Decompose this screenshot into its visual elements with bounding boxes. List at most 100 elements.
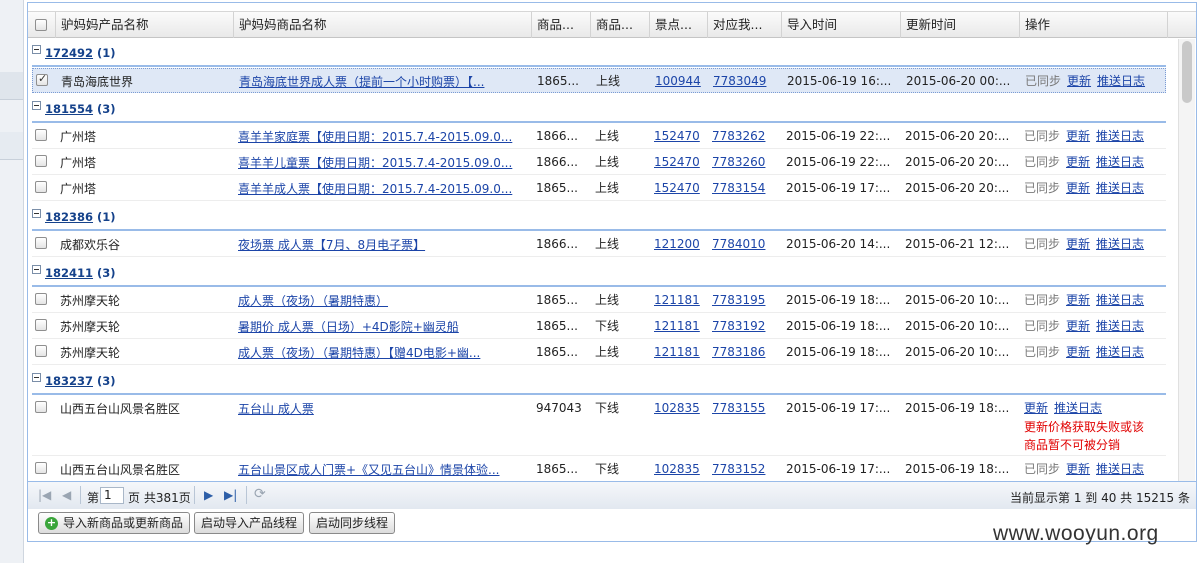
group-header[interactable]: 181554 (3) <box>32 99 116 119</box>
update-link[interactable]: 更新 <box>1066 345 1090 359</box>
row-checkbox[interactable] <box>35 129 47 141</box>
cell-scenic[interactable]: 100944 <box>651 69 709 93</box>
collapse-icon[interactable] <box>32 209 41 218</box>
col-scenic-id[interactable]: 景点... <box>650 12 708 38</box>
cell-mine[interactable]: 7783195 <box>708 288 782 312</box>
row-checkbox[interactable] <box>35 155 47 167</box>
row-checkbox[interactable] <box>35 181 47 193</box>
collapse-icon[interactable] <box>32 101 41 110</box>
cell-goods[interactable]: 成人票（夜场）（暑期特惠） <box>234 289 532 313</box>
update-link[interactable]: 更新 <box>1024 401 1048 415</box>
group-header[interactable]: 182386 (1) <box>32 207 116 227</box>
cell-mine[interactable]: 7783049 <box>709 69 783 93</box>
cell-goods[interactable]: 五台山景区成人门票+《又见五台山》情景体验... <box>234 458 532 481</box>
push-log-link[interactable]: 推送日志 <box>1096 319 1144 333</box>
push-log-link[interactable]: 推送日志 <box>1096 293 1144 307</box>
row-checkbox[interactable] <box>35 462 47 474</box>
cell-scenic[interactable]: 121200 <box>650 232 708 256</box>
cell-goods[interactable]: 喜羊羊成人票【使用日期：2015.7.4-2015.09.0... <box>234 177 532 201</box>
table-row[interactable]: 苏州摩天轮 成人票（夜场）（暑期特惠） 1865... 上线 121181 7783195… <box>32 288 1166 313</box>
group-id[interactable]: 181554 <box>45 102 93 116</box>
push-log-link[interactable]: 推送日志 <box>1096 155 1144 169</box>
cell-mine[interactable]: 7783186 <box>708 340 782 364</box>
row-checkbox[interactable] <box>35 319 47 331</box>
cell-goods[interactable]: 喜羊羊儿童票【使用日期：2015.7.4-2015.09.0... <box>234 151 532 175</box>
group-id[interactable]: 183237 <box>45 374 93 388</box>
table-row[interactable]: 苏州摩天轮 暑期价 成人票（日场）+4D影院+幽灵船 1865... 下线 121181… <box>32 314 1166 339</box>
cell-mine[interactable]: 7783260 <box>708 150 782 174</box>
update-link[interactable]: 更新 <box>1066 237 1090 251</box>
col-goods-id[interactable]: 商品... <box>532 12 591 38</box>
col-goods-status[interactable]: 商品... <box>591 12 650 38</box>
cell-goods[interactable]: 青岛海底世界成人票（提前一个小时购票）【... <box>235 70 533 94</box>
cell-goods[interactable]: 五台山 成人票 <box>234 397 532 421</box>
push-log-link[interactable]: 推送日志 <box>1096 237 1144 251</box>
cell-scenic[interactable]: 102835 <box>650 396 708 420</box>
table-row[interactable]: 广州塔 喜羊羊成人票【使用日期：2015.7.4-2015.09.0... 1865… <box>32 176 1166 201</box>
collapse-icon[interactable] <box>32 265 41 274</box>
table-row[interactable]: 广州塔 喜羊羊家庭票【使用日期：2015.7.4-2015.09.0... 1866… <box>32 124 1166 149</box>
push-log-link[interactable]: 推送日志 <box>1096 462 1144 476</box>
cell-scenic[interactable]: 102835 <box>650 457 708 481</box>
push-log-link[interactable]: 推送日志 <box>1054 401 1102 415</box>
next-page-icon[interactable]: ▶ <box>204 488 213 502</box>
table-row[interactable]: 成都欢乐谷 夜场票 成人票【7月、8月电子票】 1866... 上线 121200 778… <box>32 232 1166 257</box>
import-goods-button[interactable]: + 导入新商品或更新商品 <box>38 512 191 534</box>
col-update-time[interactable]: 更新时间 <box>901 12 1020 38</box>
collapse-icon[interactable] <box>32 45 41 54</box>
cell-mine[interactable]: 7783262 <box>708 124 782 148</box>
cell-scenic[interactable]: 121181 <box>650 314 708 338</box>
cell-scenic[interactable]: 121181 <box>650 288 708 312</box>
table-row[interactable]: 广州塔 喜羊羊儿童票【使用日期：2015.7.4-2015.09.0... 1866… <box>32 150 1166 175</box>
scrollbar-thumb[interactable] <box>1182 41 1192 103</box>
update-link[interactable]: 更新 <box>1066 181 1090 195</box>
group-id[interactable]: 182411 <box>45 266 93 280</box>
left-nav-item[interactable] <box>0 72 23 100</box>
cell-mine[interactable]: 7783154 <box>708 176 782 200</box>
page-number-input[interactable]: 1 <box>100 487 124 504</box>
cell-scenic[interactable]: 121181 <box>650 340 708 364</box>
last-page-icon[interactable]: ▶| <box>224 488 237 502</box>
collapse-icon[interactable] <box>32 373 41 382</box>
table-row[interactable]: 山西五台山风景名胜区 五台山景区成人门票+《又见五台山》情景体验... 1865..… <box>32 457 1166 481</box>
row-checkbox[interactable] <box>35 237 47 249</box>
update-link[interactable]: 更新 <box>1066 129 1090 143</box>
refresh-icon[interactable]: ⟳ <box>254 486 266 502</box>
update-link[interactable]: 更新 <box>1066 155 1090 169</box>
push-log-link[interactable]: 推送日志 <box>1097 74 1145 88</box>
row-checkbox[interactable] <box>35 293 47 305</box>
cell-goods[interactable]: 喜羊羊家庭票【使用日期：2015.7.4-2015.09.0... <box>234 125 532 149</box>
group-header[interactable]: 172492 (1) <box>32 43 116 63</box>
table-row[interactable]: 苏州摩天轮 成人票（夜场）（暑期特惠）【赠4D电影+幽... 1865... 上线 12… <box>32 340 1166 365</box>
col-import-time[interactable]: 导入时间 <box>782 12 901 38</box>
first-page-icon[interactable]: |◀ <box>38 488 51 502</box>
cell-scenic[interactable]: 152470 <box>650 150 708 174</box>
update-link[interactable]: 更新 <box>1066 462 1090 476</box>
start-import-thread-button[interactable]: 启动导入产品线程 <box>194 512 305 534</box>
group-id[interactable]: 172492 <box>45 46 93 60</box>
update-link[interactable]: 更新 <box>1067 74 1091 88</box>
push-log-link[interactable]: 推送日志 <box>1096 129 1144 143</box>
cell-goods[interactable]: 夜场票 成人票【7月、8月电子票】 <box>234 233 532 257</box>
row-checkbox[interactable] <box>35 345 47 357</box>
prev-page-icon[interactable]: ◀ <box>62 488 71 502</box>
cell-mine[interactable]: 7784010 <box>708 232 782 256</box>
push-log-link[interactable]: 推送日志 <box>1096 181 1144 195</box>
update-link[interactable]: 更新 <box>1066 319 1090 333</box>
left-nav-item[interactable] <box>0 132 23 160</box>
cell-scenic[interactable]: 152470 <box>650 124 708 148</box>
row-checkbox[interactable] <box>35 401 47 413</box>
group-header[interactable]: 183237 (3) <box>32 371 116 391</box>
vertical-scrollbar[interactable] <box>1178 39 1195 481</box>
col-mapped-id[interactable]: 对应我... <box>708 12 782 38</box>
update-link[interactable]: 更新 <box>1066 293 1090 307</box>
header-select-all[interactable] <box>28 12 56 38</box>
cell-mine[interactable]: 7783152 <box>708 457 782 481</box>
cell-goods[interactable]: 暑期价 成人票（日场）+4D影院+幽灵船 <box>234 315 532 339</box>
cell-goods[interactable]: 成人票（夜场）（暑期特惠）【赠4D电影+幽... <box>234 341 532 365</box>
select-all-checkbox[interactable] <box>35 19 47 31</box>
row-checkbox[interactable] <box>36 72 48 86</box>
group-id[interactable]: 182386 <box>45 210 93 224</box>
col-goods-name[interactable]: 驴妈妈商品名称 <box>234 12 532 38</box>
table-row[interactable]: 山西五台山风景名胜区 五台山 成人票 947043 下线 102835 7783155 20… <box>32 396 1166 456</box>
